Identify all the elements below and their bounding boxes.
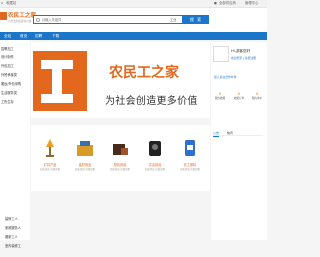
nav-item-home[interactable]: 首页 xyxy=(20,32,27,40)
category-sidebar: 招聘加工 设计制作 外包加工 外贸承接类 搬运/外包采购 生活服务类 工伤生存 xyxy=(0,40,30,240)
news-tabs: 公告 快讯 xyxy=(213,130,263,137)
product-card[interactable]: 化工原料 品质优良 价格实惠 xyxy=(173,125,207,191)
user-icon: ● xyxy=(214,1,217,5)
stat-favorites[interactable]: 0 我的收藏 xyxy=(211,92,229,100)
partner-link[interactable]: 加入商业合作伙伴 xyxy=(214,75,236,79)
sidebar-item[interactable]: 设计制作 xyxy=(1,55,14,60)
nav-item-all[interactable]: 全站 xyxy=(4,32,11,40)
site-logo-subtitle: 为社会创造更多价值 xyxy=(8,20,32,23)
product-desc: 品质优良 价格实惠 xyxy=(75,168,95,171)
search-icon xyxy=(36,18,40,22)
search-input[interactable] xyxy=(42,17,162,23)
nav-item-recruit[interactable]: 招聘 xyxy=(35,32,42,40)
stat-orders[interactable]: 0 收藏订单 xyxy=(230,92,248,100)
cleaning-supplies-icon xyxy=(149,141,161,156)
search-button[interactable]: 搜 索 xyxy=(183,15,209,24)
product-desc: 品质优良 价格实惠 xyxy=(40,168,60,171)
nav-item-download[interactable]: 下载 xyxy=(52,32,59,40)
list-item[interactable]: 搬家工人 xyxy=(5,234,18,239)
product-desc: 品质优良 价格实惠 xyxy=(110,168,130,171)
top-left-link[interactable]: 收藏站 xyxy=(6,1,16,6)
banner-slogan: 为社会创造更多价值 xyxy=(105,96,198,107)
main-nav: 全站 首页 招聘 下载 xyxy=(0,32,267,40)
top-right-link[interactable]: 全部供应商 xyxy=(219,1,236,6)
chemical-barrel-icon xyxy=(185,140,195,156)
sidebar-item[interactable]: 工伤生存 xyxy=(1,100,14,105)
product-card[interactable]: 建材用品 品质优良 价格实惠 xyxy=(68,125,102,191)
sidebar-item[interactable]: 外贸承接类 xyxy=(1,73,17,78)
hero-banner[interactable]: 农民工之家 为社会创造更多价值 xyxy=(31,42,210,118)
banner-logo-icon xyxy=(33,51,87,111)
search-bar: 工业 xyxy=(33,15,183,24)
stat-label: 收藏订单 xyxy=(233,97,245,100)
login-register-link[interactable]: 欢迎登录 | 免费注册 xyxy=(231,56,256,60)
product-card[interactable]: 厨具用品 品质优良 价格实惠 xyxy=(103,125,137,191)
home-icon[interactable]: ⌂ xyxy=(1,1,3,6)
avatar[interactable] xyxy=(213,46,229,62)
tab-notice[interactable]: 公告 xyxy=(213,130,220,137)
sidebar-item[interactable]: 生活服务类 xyxy=(1,91,17,96)
product-desc: 品质优良 价格实惠 xyxy=(145,168,165,171)
stat-label: 我的询价 xyxy=(251,97,263,100)
product-desc: 品质优良 价格实惠 xyxy=(180,168,200,171)
building-material-icon xyxy=(77,141,93,156)
sidebar-item[interactable]: 搬运/外包采购 xyxy=(1,82,21,87)
list-item[interactable]: 装修工人 xyxy=(5,216,18,221)
site-logo-title[interactable]: 农民工之家 xyxy=(8,11,36,19)
product-card[interactable]: 清洁用品 品质优良 价格实惠 xyxy=(138,125,172,191)
top-manage-link[interactable]: 管理中心 xyxy=(245,1,259,6)
top-bar: ⌂ 收藏站 ● 全部供应商 管理中心 xyxy=(0,0,267,8)
lamp-icon xyxy=(46,139,54,157)
cookware-icon xyxy=(113,144,128,155)
stat-inquiries[interactable]: 0 我的询价 xyxy=(248,92,266,100)
banner-title: 农民工之家 xyxy=(109,65,179,81)
tab-news[interactable]: 快讯 xyxy=(227,130,233,136)
user-greeting: Hi,游客您好 xyxy=(231,49,251,53)
sidebar-item[interactable]: 招聘加工 xyxy=(1,47,14,52)
stat-label: 我的收藏 xyxy=(214,97,226,100)
product-card[interactable]: 灯具产品 品质优良 价格实惠 xyxy=(33,125,67,191)
user-panel: Hi,游客您好 欢迎登录 | 免费注册 加入商业合作伙伴 0 我的收藏 0 收藏… xyxy=(211,42,267,240)
site-logo-icon[interactable] xyxy=(0,12,7,20)
list-item[interactable]: 室内装修工 xyxy=(5,243,21,248)
product-strip: 灯具产品 品质优良 价格实惠 建材用品 品质优良 价格实惠 厨具用品 品质优良 … xyxy=(31,125,210,191)
search-scope-select[interactable]: 工业 xyxy=(170,17,176,23)
list-item[interactable]: 家政服务人 xyxy=(5,225,21,230)
sidebar-item[interactable]: 外包加工 xyxy=(1,64,14,69)
